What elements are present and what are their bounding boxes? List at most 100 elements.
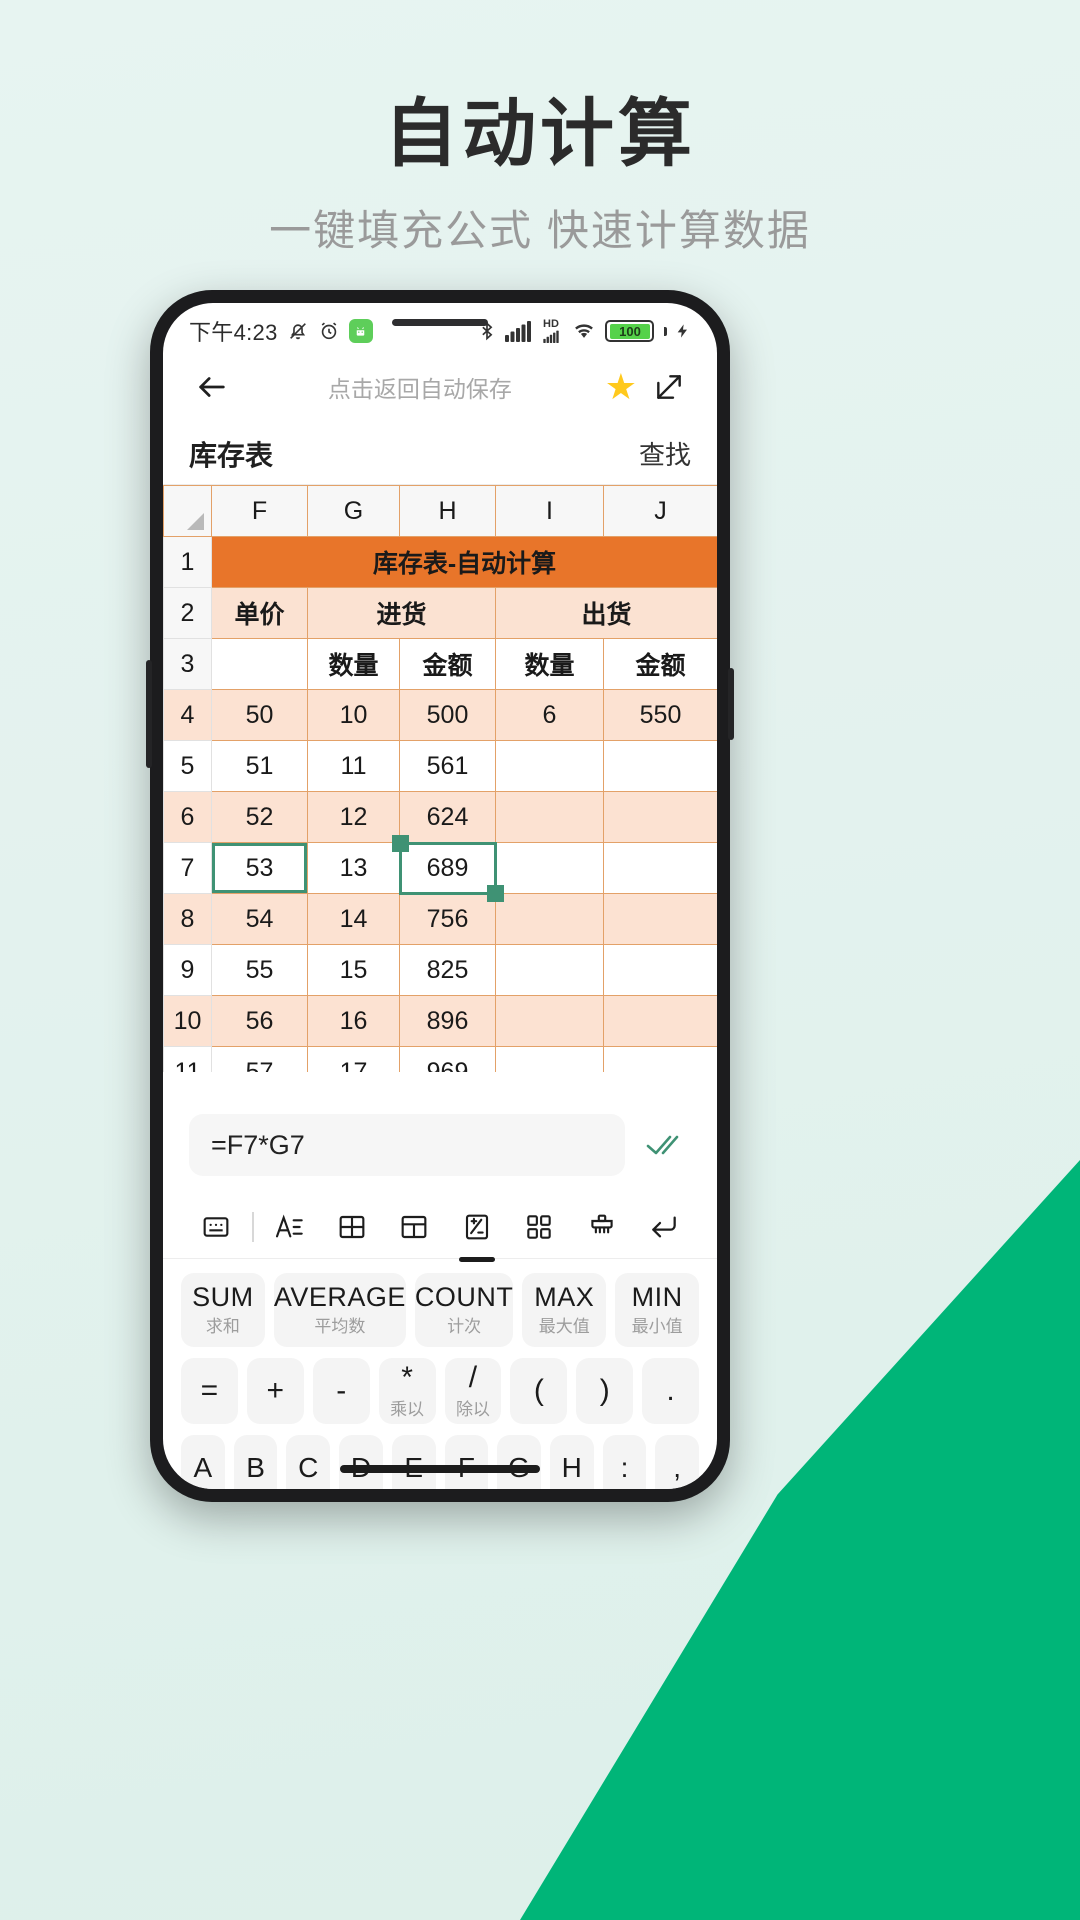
column-header[interactable]: F (211, 485, 308, 537)
grid-cell[interactable]: 54 (211, 893, 308, 945)
grid-cell[interactable]: 756 (399, 893, 496, 945)
grid-cell[interactable]: 55 (211, 944, 308, 996)
grid-cell[interactable]: 15 (307, 944, 400, 996)
home-indicator[interactable] (340, 1465, 540, 1473)
op-key-[interactable]: / 除以 (444, 1358, 502, 1424)
grid-cell[interactable]: 50 (211, 689, 308, 741)
row-header[interactable]: 3 (163, 638, 212, 690)
row-header[interactable]: 5 (163, 740, 212, 792)
grid-cell[interactable] (495, 842, 604, 894)
row-header[interactable]: 6 (163, 791, 212, 843)
grid-cell[interactable] (495, 791, 604, 843)
letter-key-h[interactable]: H (549, 1435, 594, 1489)
grid-cell[interactable]: 6 (495, 689, 604, 741)
op-key-[interactable]: ( (510, 1358, 568, 1424)
select-all-corner[interactable] (163, 485, 212, 537)
star-icon[interactable]: ★ (605, 369, 637, 405)
op-key-[interactable]: = (181, 1358, 238, 1424)
row-header[interactable]: 2 (163, 587, 212, 639)
row-header[interactable]: 10 (163, 995, 212, 1047)
row-header[interactable]: 7 (163, 842, 212, 894)
column-header[interactable]: J (603, 485, 717, 537)
func-key-sum[interactable]: SUM 求和 (181, 1273, 265, 1347)
brush-clean-icon[interactable] (575, 1196, 629, 1258)
grid-cell[interactable]: 500 (399, 689, 496, 741)
grid-cell[interactable] (495, 893, 604, 945)
grid-cell[interactable]: 52 (211, 791, 308, 843)
grid-cell[interactable]: 16 (307, 995, 400, 1047)
grid-cell[interactable]: 11 (307, 740, 400, 792)
letter-key-a[interactable]: A (181, 1435, 225, 1489)
column-label-cell[interactable] (211, 638, 308, 690)
grid-cell[interactable] (495, 995, 604, 1047)
letter-key-[interactable]: , (655, 1435, 700, 1489)
selected-cell-h7[interactable]: 689 (399, 842, 496, 894)
grid-cell[interactable]: 12 (307, 791, 400, 843)
letter-key-b[interactable]: B (233, 1435, 278, 1489)
back-arrow-icon[interactable] (189, 364, 235, 410)
grid-cell[interactable] (603, 842, 717, 894)
volume-button[interactable] (146, 660, 152, 768)
grid-cell[interactable]: 561 (399, 740, 496, 792)
letter-key-g[interactable]: G (497, 1435, 541, 1489)
spreadsheet[interactable]: F G H I J 1 库存表-自动计算 2 单价 进货 出货 3 数量 金额 数量 金额 4 50 10 500 6 5… (163, 485, 717, 1098)
column-header[interactable]: I (495, 485, 604, 537)
formula-input[interactable]: =F7*G7 (189, 1114, 625, 1176)
grid-cell[interactable] (603, 791, 717, 843)
sheet-title-cell[interactable]: 库存表-自动计算 (211, 536, 717, 588)
func-key-max[interactable]: MAX 最大值 (522, 1273, 607, 1347)
reference-cell-f7[interactable]: 53 (211, 842, 308, 894)
group-header-cell[interactable]: 单价 (211, 587, 308, 639)
row-header[interactable]: 4 (163, 689, 212, 741)
grid-cell[interactable]: 56 (211, 995, 308, 1047)
column-label-cell[interactable]: 数量 (307, 638, 400, 690)
letter-key-e[interactable]: E (391, 1435, 436, 1489)
op-key-[interactable]: - (312, 1358, 370, 1424)
op-key-[interactable]: . (642, 1358, 699, 1424)
find-button[interactable]: 查找 (639, 435, 691, 472)
table-grid-icon[interactable] (325, 1196, 379, 1258)
letter-key-[interactable]: : (602, 1435, 647, 1489)
share-icon[interactable] (647, 365, 691, 409)
text-format-icon[interactable] (262, 1196, 316, 1258)
grid-cell[interactable] (495, 944, 604, 996)
grid-cell[interactable] (495, 740, 604, 792)
row-header[interactable]: 9 (163, 944, 212, 996)
group-header-cell[interactable]: 进货 (307, 587, 496, 639)
row-header[interactable]: 1 (163, 536, 212, 588)
func-key-count[interactable]: COUNT 计次 (414, 1273, 514, 1347)
grid-cell[interactable]: 825 (399, 944, 496, 996)
power-button[interactable] (728, 668, 734, 740)
letter-key-f[interactable]: F (444, 1435, 489, 1489)
op-key-[interactable]: ) (576, 1358, 634, 1424)
grid-cell[interactable] (603, 893, 717, 945)
enter-return-icon[interactable] (637, 1196, 691, 1258)
row-header[interactable]: 8 (163, 893, 212, 945)
grid-cell[interactable]: 550 (603, 689, 717, 741)
op-key-[interactable]: + (246, 1358, 304, 1424)
grid-cell[interactable]: 10 (307, 689, 400, 741)
letter-key-c[interactable]: C (286, 1435, 331, 1489)
grid-cell[interactable]: 51 (211, 740, 308, 792)
grid-cell[interactable] (603, 944, 717, 996)
column-label-cell[interactable]: 数量 (495, 638, 604, 690)
grid-cell[interactable] (603, 740, 717, 792)
op-key-[interactable]: * 乘以 (378, 1358, 436, 1424)
func-key-average[interactable]: AVERAGE 平均数 (273, 1273, 406, 1347)
column-header[interactable]: H (399, 485, 496, 537)
grid-cell[interactable] (603, 995, 717, 1047)
group-header-cell[interactable]: 出货 (495, 587, 717, 639)
column-label-cell[interactable]: 金额 (399, 638, 496, 690)
grid-cell[interactable]: 896 (399, 995, 496, 1047)
func-key-min[interactable]: MIN 最小值 (615, 1273, 699, 1347)
grid-cell[interactable]: 14 (307, 893, 400, 945)
column-label-cell[interactable]: 金额 (603, 638, 717, 690)
letter-key-d[interactable]: D (339, 1435, 383, 1489)
grid-cell[interactable]: 624 (399, 791, 496, 843)
column-header[interactable]: G (307, 485, 400, 537)
keyboard-icon[interactable] (189, 1196, 243, 1258)
layout-icon[interactable] (387, 1196, 441, 1258)
grid-cell[interactable]: 13 (307, 842, 400, 894)
calculator-icon[interactable] (450, 1196, 504, 1258)
double-check-icon[interactable] (639, 1132, 691, 1158)
